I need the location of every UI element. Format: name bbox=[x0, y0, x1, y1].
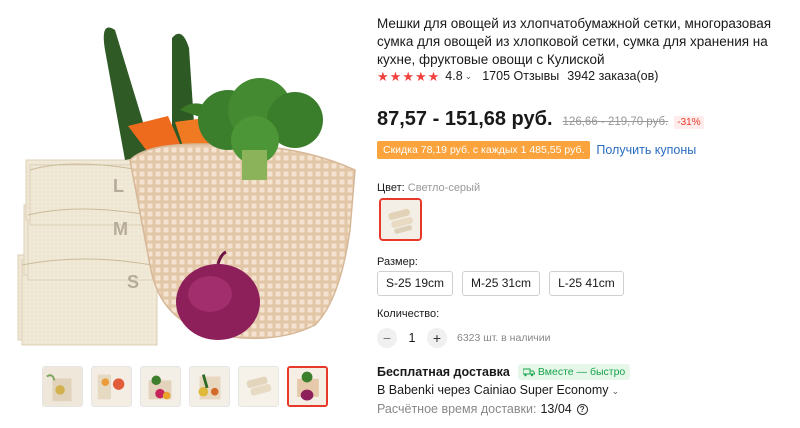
quantity-minus-button[interactable]: − bbox=[377, 328, 397, 348]
star-icon: ★ bbox=[377, 68, 389, 84]
help-icon[interactable]: ? bbox=[576, 403, 588, 415]
rating-value[interactable]: 4.8 bbox=[445, 69, 462, 83]
thumbnail-strip bbox=[42, 366, 328, 407]
size-label: Размер: bbox=[377, 256, 418, 268]
star-icon: ★ bbox=[414, 68, 427, 84]
color-label-text: Цвет: bbox=[377, 182, 405, 194]
reviews-link[interactable]: 1705 Отзывы bbox=[482, 69, 559, 83]
truck-icon bbox=[522, 368, 535, 376]
star-icon: ★ bbox=[427, 68, 440, 84]
discount-badge: -31% bbox=[674, 116, 704, 129]
main-product-image[interactable]: L M S bbox=[10, 10, 360, 350]
stock-count: 6323 шт. в наличии bbox=[457, 332, 551, 344]
quantity-label: Количество: bbox=[377, 308, 440, 320]
eta-label: Расчётное время доставки: bbox=[377, 402, 537, 416]
thumbnail-3[interactable] bbox=[140, 366, 181, 407]
bag-label-s: S bbox=[127, 272, 139, 292]
shipping-badge: Вместе — быстро bbox=[517, 364, 631, 380]
thumbnail-1[interactable] bbox=[42, 366, 83, 407]
product-title: Мешки для овощей из хлопчатобумажной сет… bbox=[377, 16, 772, 67]
coupon-row: Скидка 78,19 руб. с каждых 1 485,55 руб.… bbox=[377, 141, 696, 159]
size-options: S-25 19cm M-25 31cm L-25 41cm bbox=[377, 271, 624, 296]
delivery-eta: Расчётное время доставки: 13/04 ? bbox=[377, 402, 588, 416]
thumbnail-6[interactable] bbox=[287, 366, 328, 407]
rating-row: ★ ★ ★ ★ ★ 4.8 ⌄ 1705 Отзывы 3942 заказа(… bbox=[377, 69, 658, 83]
bag-label-m: M bbox=[113, 219, 128, 239]
shipping-badge-text: Вместе — быстро bbox=[537, 366, 626, 378]
orders-count: 3942 заказа(ов) bbox=[567, 69, 659, 83]
color-swatch-light-gray[interactable] bbox=[379, 198, 422, 241]
current-price: 87,57 - 151,68 руб. bbox=[377, 108, 553, 130]
shipping-header: Бесплатная доставка Вместе — быстро bbox=[377, 364, 631, 380]
shipping-method[interactable]: В Babenki через Cainiao Super Economy ⌄ bbox=[377, 383, 619, 397]
thumbnail-4[interactable] bbox=[189, 366, 230, 407]
rating-stars: ★ ★ ★ ★ ★ bbox=[377, 70, 439, 83]
shipping-method-text: В Babenki через Cainiao Super Economy bbox=[377, 383, 609, 397]
color-label: Цвет: Светло-серый bbox=[377, 182, 480, 194]
product-gallery: L M S bbox=[0, 0, 370, 428]
coupon-badge: Скидка 78,19 руб. с каждых 1 485,55 руб. bbox=[377, 141, 591, 159]
thumbnail-5[interactable] bbox=[238, 366, 279, 407]
old-price: 126,66 - 219,70 руб. bbox=[562, 116, 669, 128]
get-coupons-link[interactable]: Получить купоны bbox=[596, 143, 696, 157]
quantity-value[interactable]: 1 bbox=[397, 331, 427, 345]
star-icon: ★ bbox=[402, 68, 414, 84]
quantity-plus-button[interactable]: + bbox=[427, 328, 447, 348]
thumbnail-2[interactable] bbox=[91, 366, 132, 407]
quantity-stepper: − 1 + 6323 шт. в наличии bbox=[377, 328, 551, 348]
bag-label-l: L bbox=[113, 176, 124, 196]
chevron-down-icon[interactable]: ⌄ bbox=[465, 71, 473, 82]
price-row: 87,57 - 151,68 руб. 126,66 - 219,70 руб.… bbox=[377, 108, 704, 131]
size-option-l[interactable]: L-25 41cm bbox=[549, 271, 624, 296]
selected-color: Светло-серый bbox=[407, 182, 481, 194]
shipping-title: Бесплатная доставка bbox=[377, 365, 510, 379]
chevron-down-icon: ⌄ bbox=[611, 386, 620, 396]
size-option-m[interactable]: M-25 31cm bbox=[462, 271, 541, 296]
size-option-s[interactable]: S-25 19cm bbox=[377, 271, 454, 296]
eta-value: 13/04 bbox=[540, 402, 572, 416]
star-icon: ★ bbox=[389, 68, 402, 84]
